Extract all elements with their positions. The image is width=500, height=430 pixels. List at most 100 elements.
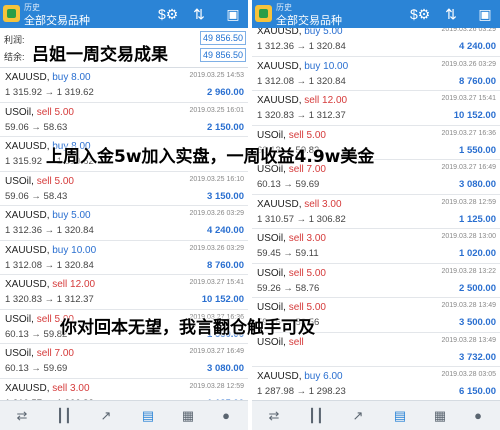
deal-prices: 1 312.36 → 1 320.84 xyxy=(257,41,346,52)
deal-datetime: 2019.03.28 13:22 xyxy=(441,267,497,275)
deal-profit: 4 240.00 xyxy=(459,41,496,52)
history-icon[interactable]: ▤ xyxy=(138,407,158,425)
deal-side: buy xyxy=(304,60,321,72)
symbol-name: USOil xyxy=(5,313,32,325)
profit-label: 利润: xyxy=(4,35,25,45)
chat-icon[interactable]: ● xyxy=(216,407,236,425)
app-bar-title[interactable]: 全部交易品种 xyxy=(276,12,342,28)
deal-datetime: 2019.03.25 16:10 xyxy=(189,175,245,183)
calendar-icon[interactable]: ▣ xyxy=(476,5,494,23)
deal-row[interactable]: USOil, sell 5.00 59.26 → 58.76 2019.03.28 … xyxy=(252,264,500,298)
symbol-name: USOil xyxy=(5,348,32,359)
deal-row[interactable]: USOil, sell 3.00 59.45 → 59.11 2019.03.28 … xyxy=(252,229,500,264)
overlay-title: 吕姐一周交易成果 xyxy=(32,45,168,65)
deal-datetime: 2019.03.28 12:59 xyxy=(189,382,245,390)
deal-datetime: 2019.03.25 16:01 xyxy=(189,106,245,114)
deal-datetime: 2019.03.27 16:36 xyxy=(441,129,497,137)
deal-lots: 3.00 xyxy=(306,233,326,244)
deal-row[interactable]: XAUUSD, sell 12.00 1 320.83 → 1 312.37 201… xyxy=(0,275,248,310)
symbol-name: USOil xyxy=(5,106,32,118)
dollar-settings-icon[interactable]: $⚙ xyxy=(410,5,430,23)
deal-row[interactable]: USOil, sell 5.00 59.06 → 58.43 2019.03.25 … xyxy=(0,172,248,206)
deal-row[interactable]: XAUUSD, buy 10.00 1 312.08 → 1 320.84 2019… xyxy=(0,241,248,275)
deal-side: sell xyxy=(52,279,68,290)
metatrader-logo-icon xyxy=(255,5,272,22)
deal-symbol: XAUUSD, sell 12.00 xyxy=(5,279,96,290)
deal-row[interactable]: XAUUSD, buy 8.00 1 315.92 → 1 319.62 2019.… xyxy=(0,68,248,103)
dollar-settings-icon[interactable]: $⚙ xyxy=(158,5,178,23)
deal-row[interactable]: XAUUSD, buy 6.00 1 287.98 → 1 298.23 2019.… xyxy=(252,367,500,400)
history-list[interactable]: XAUUSD, buy 5.00 1 312.36 → 1 320.84 2019.… xyxy=(252,28,500,400)
deal-lots: 5.00 xyxy=(306,267,326,279)
deal-prices: 1 312.08 → 1 320.84 xyxy=(5,259,94,271)
bottom-nav: ⇄ ┃┃ ↗ ▤ ▦ ● xyxy=(0,400,248,430)
deal-prices: 59.06 → 58.43 xyxy=(5,190,68,202)
deal-row[interactable]: XAUUSD, buy 5.00 1 312.36 → 1 320.84 2019.… xyxy=(252,28,500,57)
deal-prices: 1 310.57 → 1 306.82 xyxy=(257,213,346,225)
deal-datetime: 2019.03.26 03:29 xyxy=(189,210,245,217)
chat-icon[interactable]: ● xyxy=(468,407,488,425)
symbol-name: XAUUSD xyxy=(257,198,299,210)
overlay-caption: 上周入金5w加入实盘，一周收益4.9w美金 xyxy=(46,147,375,167)
deal-profit: 3 080.00 xyxy=(459,179,496,190)
trade-arrows-icon[interactable]: ⇄ xyxy=(264,407,284,425)
deal-lots: 5.00 xyxy=(323,28,343,37)
deal-prices: 59.06 → 58.63 xyxy=(5,121,68,133)
deal-profit: 2 500.00 xyxy=(459,282,496,294)
profit-value: 49 856.50 xyxy=(200,31,246,45)
candlestick-icon[interactable]: ┃┃ xyxy=(54,407,74,425)
bottom-nav: ⇄ ┃┃ ↗ ▤ ▦ ● xyxy=(252,400,500,430)
deal-profit: 3 732.00 xyxy=(459,351,496,363)
symbol-name: XAUUSD xyxy=(5,141,47,152)
deal-row[interactable]: USOil, sell 7.00 60.13 → 59.69 2019.03.27 … xyxy=(0,344,248,379)
deal-side: sell xyxy=(36,175,52,187)
app-bar-title[interactable]: 全部交易品种 xyxy=(24,12,90,28)
deal-symbol: USOil, sell 5.00 xyxy=(257,129,326,141)
symbol-name: USOil xyxy=(257,129,284,141)
deal-row[interactable]: XAUUSD, sell 3.001 310.57 → 1 306.822019… xyxy=(0,379,248,401)
symbol-name: USOil xyxy=(257,233,284,244)
deal-symbol: XAUUSD, sell 3.00 xyxy=(257,198,342,210)
deal-datetime: 2019.03.26 03:29 xyxy=(441,60,497,68)
balance-value: 49 856.50 xyxy=(200,48,246,62)
app-bar: 历史 全部交易品种 $⚙ ⇅ ▣ xyxy=(0,0,248,28)
deal-lots: 6.00 xyxy=(323,371,343,382)
news-icon[interactable]: ▦ xyxy=(430,407,450,425)
deal-prices: 1 287.98 → 1 298.23 xyxy=(257,386,346,397)
sort-icon[interactable]: ⇅ xyxy=(190,5,208,23)
deal-datetime: 2019.03.26 03:29 xyxy=(441,28,497,33)
deal-row[interactable]: XAUUSD, buy 5.00 1 312.36 → 1 320.84 2019.… xyxy=(0,206,248,241)
overlay-slogan: 你对回本无望，我言翻仓触手可及 xyxy=(60,318,315,338)
deal-lots: 12.00 xyxy=(322,95,348,106)
sort-icon[interactable]: ⇅ xyxy=(442,5,460,23)
deal-row[interactable]: XAUUSD, sell 3.00 1 310.57 → 1 306.82 2019… xyxy=(252,195,500,229)
symbol-name: USOil xyxy=(257,267,284,279)
right-phone-screen: 历史 全部交易品种 $⚙ ⇅ ▣ XAUUSD, buy 5.00 1 312.3… xyxy=(252,0,500,430)
deal-symbol: XAUUSD, buy 5.00 xyxy=(5,210,91,221)
deal-prices: 60.13 → 59.69 xyxy=(257,179,320,190)
deal-prices: 60.13 → 59.69 xyxy=(5,363,68,374)
deal-side: sell xyxy=(288,302,304,313)
deal-row[interactable]: XAUUSD, sell 12.00 1 320.83 → 1 312.37 201… xyxy=(252,91,500,126)
deal-lots: 7.00 xyxy=(54,348,74,359)
deal-side: sell xyxy=(288,129,304,141)
chart-icon[interactable]: ↗ xyxy=(96,407,116,425)
candlestick-icon[interactable]: ┃┃ xyxy=(306,407,326,425)
deal-row[interactable]: XAUUSD, buy 10.00 1 312.08 → 1 320.84 2019… xyxy=(252,57,500,91)
deal-lots: 10.00 xyxy=(71,244,97,256)
history-icon[interactable]: ▤ xyxy=(390,407,410,425)
deal-datetime: 2019.03.28 03:05 xyxy=(441,371,497,378)
deal-symbol: USOil, sell 5.00 xyxy=(257,267,326,279)
deal-symbol: XAUUSD, buy 10.00 xyxy=(5,244,97,256)
deal-datetime: 2019.03.28 12:59 xyxy=(441,198,497,206)
chart-icon[interactable]: ↗ xyxy=(348,407,368,425)
app-bar: 历史 全部交易品种 $⚙ ⇅ ▣ xyxy=(252,0,500,28)
balance-label: 结余: xyxy=(4,52,25,62)
deal-row[interactable]: USOil, sell 5.00 59.06 → 58.63 2019.03.25 … xyxy=(0,103,248,137)
trade-arrows-icon[interactable]: ⇄ xyxy=(12,407,32,425)
calendar-icon[interactable]: ▣ xyxy=(224,5,242,23)
history-list[interactable]: 利润: 49 856.50 结余: 49 856.50 XAUUSD, buy … xyxy=(0,28,248,400)
deal-lots: 12.00 xyxy=(70,279,96,290)
deal-rows: XAUUSD, buy 5.00 1 312.36 → 1 320.84 2019.… xyxy=(252,28,500,400)
news-icon[interactable]: ▦ xyxy=(178,407,198,425)
